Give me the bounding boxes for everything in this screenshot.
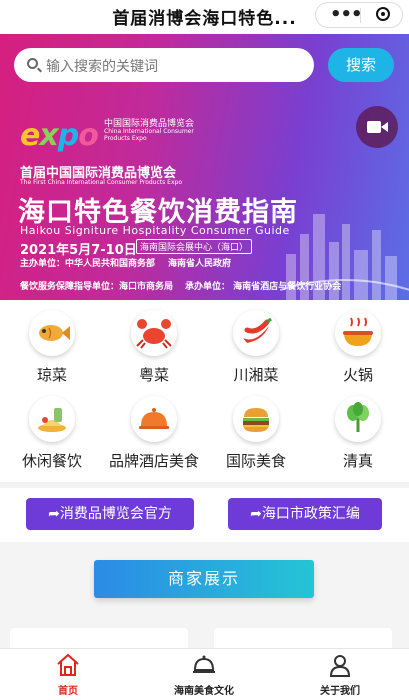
search-icon	[27, 58, 38, 69]
capsule-divider	[360, 8, 361, 23]
fish-icon	[29, 310, 75, 356]
more-icon[interactable]: •••	[330, 4, 363, 25]
category-casual[interactable]: 休闲餐饮	[2, 396, 102, 471]
burger-icon	[233, 396, 279, 442]
host-unit: 主办单位：中华人民共和国商务部	[20, 259, 156, 269]
cloche-icon	[131, 396, 177, 442]
category-label: 休闲餐饮	[21, 452, 82, 470]
search-button[interactable]: 搜索	[328, 48, 394, 82]
bottom-tab-bar: 首页 海南美食文化 关于我们	[0, 648, 409, 700]
carousel-indicator	[186, 290, 213, 300]
expo-logo: expo	[20, 118, 99, 153]
tab-about-us[interactable]: 关于我们	[272, 652, 408, 697]
host-unit-2: 海南省人民政府	[168, 259, 232, 269]
close-target-icon[interactable]	[376, 7, 390, 21]
search-input[interactable]: 输入搜索的关键词	[46, 56, 158, 76]
vegetable-icon	[335, 396, 381, 442]
search-box[interactable]: 输入搜索的关键词	[14, 48, 314, 82]
category-label: 琼菜	[36, 366, 67, 384]
hotpot-icon	[335, 310, 381, 356]
cloche-icon	[193, 655, 215, 673]
organizer-en: China International Consumer Products Ex…	[104, 128, 194, 142]
category-hotpot[interactable]: 火锅	[308, 310, 408, 385]
haikou-policy-button[interactable]: ➦海口市政策汇编	[228, 498, 382, 530]
category-hotel[interactable]: 品牌酒店美食	[104, 396, 204, 471]
title-bar: 首届消博会海口特色... •••	[0, 0, 409, 34]
chili-icon	[233, 310, 279, 356]
dessert-icon	[29, 396, 75, 442]
category-label: 品牌酒店美食	[108, 452, 199, 470]
category-label: 粤菜	[138, 366, 169, 384]
tab-label: 海南美食文化	[174, 686, 234, 697]
banner-title-en: Haikou Signiture Hospitality Consumer Gu…	[20, 224, 290, 237]
showcase-title[interactable]: 商家展示	[94, 560, 314, 598]
merchant-showcase: 商家展示	[0, 542, 409, 658]
category-label: 火锅	[342, 366, 373, 384]
support-unit: 餐饮服务保障指导单位：海口市商务局	[20, 282, 174, 292]
tab-home[interactable]: 首页	[0, 652, 136, 697]
home-icon	[57, 653, 79, 676]
share-arrow-icon: ➦	[250, 506, 262, 522]
expo-official-button[interactable]: ➦消费品博览会官方	[26, 498, 194, 530]
tab-hainan-food-culture[interactable]: 海南美食文化	[136, 652, 272, 697]
category-label: 川湘菜	[233, 366, 279, 384]
tab-label: 关于我们	[320, 686, 360, 697]
event-venue: 海南国际会展中心（海口）	[136, 239, 253, 254]
category-yue[interactable]: 粤菜	[104, 310, 204, 385]
banner-subtitle-en: The First China International Consumer P…	[20, 179, 182, 186]
category-grid: 琼菜 粤菜 川湘菜 火锅 休闲餐饮 品牌酒店美食 国际美食 清真	[0, 300, 409, 482]
city-skyline-illustration	[280, 214, 409, 300]
category-halal[interactable]: 清真	[308, 396, 408, 471]
category-international[interactable]: 国际美食	[206, 396, 306, 471]
tab-label: 首页	[58, 686, 78, 697]
category-qiong[interactable]: 琼菜	[2, 310, 102, 385]
category-chuanxiang[interactable]: 川湘菜	[206, 310, 306, 385]
hero-banner[interactable]: 输入搜索的关键词 搜索 expo 中国国际消费品博览会 China Intern…	[0, 34, 409, 300]
video-camera-icon[interactable]	[356, 106, 398, 148]
category-label: 清真	[342, 452, 373, 470]
category-label: 国际美食	[225, 452, 286, 470]
user-icon	[329, 655, 351, 677]
mini-program-capsule: •••	[315, 2, 403, 28]
quick-links: ➦消费品博览会官方 ➦海口市政策汇编	[0, 488, 409, 542]
share-arrow-icon: ➦	[48, 506, 60, 522]
crab-icon	[131, 310, 177, 356]
